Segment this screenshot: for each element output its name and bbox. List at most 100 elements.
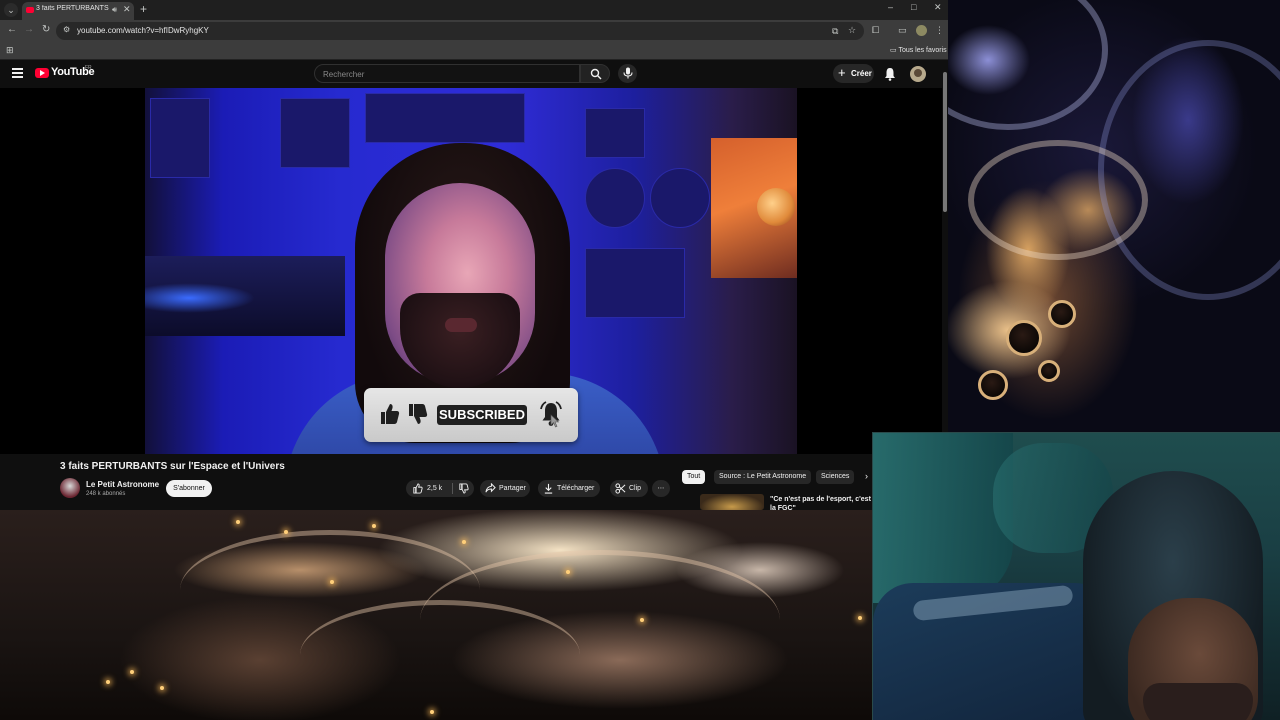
video-title: 3 faits PERTURBANTS sur l'Espace et l'Un… xyxy=(60,461,285,472)
reload-icon[interactable]: ↻ xyxy=(42,24,50,35)
all-bookmarks-folder[interactable]: ▭ Tous les favoris xyxy=(890,46,947,54)
artwork-pod xyxy=(1006,320,1042,356)
search-box[interactable] xyxy=(314,64,580,83)
maximize-window-button[interactable]: □ xyxy=(911,2,916,12)
thumbs-up-icon xyxy=(381,404,400,424)
like-button[interactable]: 2,5 k xyxy=(406,480,452,497)
browser-profile-avatar[interactable] xyxy=(916,25,927,36)
artwork-light xyxy=(284,530,288,534)
scrollbar-thumb[interactable] xyxy=(943,72,947,212)
notifications-bell-icon[interactable] xyxy=(884,67,896,81)
artwork-light xyxy=(236,520,240,524)
video-player[interactable]: SUBSCRIBED xyxy=(0,88,942,454)
search-icon xyxy=(590,68,602,80)
more-horizontal-icon: ⋯ xyxy=(657,485,665,492)
install-app-icon[interactable]: ⧉ xyxy=(832,26,838,37)
wall-poster xyxy=(585,248,685,318)
download-button[interactable]: Télécharger xyxy=(538,480,600,497)
recommended-video-title[interactable]: "Ce n'est pas de l'esport, c'est la FGC" xyxy=(770,495,872,510)
account-avatar[interactable] xyxy=(910,66,926,82)
share-arrow-icon xyxy=(485,483,496,493)
thumbs-down-icon xyxy=(409,404,428,424)
moon-lamp xyxy=(757,188,795,226)
forward-arrow-icon[interactable]: → xyxy=(24,24,34,35)
artwork-light xyxy=(640,618,644,622)
artwork-light xyxy=(330,580,334,584)
tab-close-icon[interactable]: ✕ xyxy=(123,4,131,15)
artwork-pod xyxy=(978,370,1008,400)
artwork-light xyxy=(106,680,110,684)
bookmark-star-icon[interactable]: ☆ xyxy=(848,25,856,36)
search-input[interactable] xyxy=(323,68,573,80)
back-arrow-icon[interactable]: ← xyxy=(7,24,17,35)
browser-chrome: ⌄ 3 faits PERTURBANTS sur l'Espace et l'… xyxy=(0,0,948,60)
artwork-light xyxy=(566,570,570,574)
browser-toolbar: ← → ↻ ⚙ youtube.com/watch?v=hfIDwRyhgKY … xyxy=(0,20,948,42)
dislike-button[interactable] xyxy=(453,480,474,497)
artwork-light xyxy=(160,686,164,690)
recommended-video-thumbnail[interactable] xyxy=(700,494,764,510)
search-button[interactable] xyxy=(580,64,610,83)
clip-button[interactable]: Clip xyxy=(610,480,648,497)
clip-label: Clip xyxy=(629,485,642,492)
channel-name[interactable]: Le Petit Astronome xyxy=(86,480,159,489)
create-button[interactable]: + Créer xyxy=(833,64,874,83)
artwork-rib xyxy=(300,600,580,710)
artwork-tendril xyxy=(948,0,1108,130)
chip-all[interactable]: Tout xyxy=(682,470,706,484)
like-count: 2,5 k xyxy=(427,485,443,492)
chips-next-chevron-icon[interactable]: › xyxy=(865,471,868,481)
youtube-logo-icon[interactable] xyxy=(35,68,49,78)
youtube-favicon-icon xyxy=(26,7,34,13)
streamer-webcam xyxy=(872,432,1280,720)
download-label: Télécharger xyxy=(557,485,595,492)
share-button[interactable]: Partager xyxy=(480,480,530,497)
subscriber-count: 248 k abonnés xyxy=(86,491,126,497)
close-window-button[interactable]: ✕ xyxy=(934,2,942,13)
extensions-puzzle-icon[interactable]: ⧠ xyxy=(872,25,879,36)
address-bar-url[interactable]: youtube.com/watch?v=hfIDwRyhgKY xyxy=(77,26,209,35)
biomech-artwork-panel xyxy=(0,510,872,720)
artwork-light xyxy=(858,616,862,620)
mouse-cursor-icon xyxy=(550,414,560,428)
speaker-icon[interactable]: 🔊︎ xyxy=(112,5,117,15)
channel-avatar[interactable] xyxy=(60,478,80,498)
chip-source-channel[interactable]: Source : Le Petit Astronome xyxy=(714,470,812,484)
subscribe-button[interactable]: S'abonner xyxy=(166,480,212,497)
subscribe-animation-overlay: SUBSCRIBED xyxy=(364,388,578,442)
wall-poster xyxy=(585,108,645,158)
tab-search-chevron-icon[interactable]: ⌄ xyxy=(4,3,18,17)
artwork-tendril xyxy=(968,140,1148,260)
webcam-curtain xyxy=(873,433,1013,603)
artwork-light xyxy=(130,670,134,674)
thumbs-up-icon xyxy=(413,483,423,494)
plus-icon: + xyxy=(838,65,846,80)
site-info-icon[interactable]: ⚙ xyxy=(63,25,70,34)
like-dislike-segment: 2,5 k xyxy=(406,480,474,497)
guide-menu-icon[interactable] xyxy=(12,68,23,78)
streamer-beard xyxy=(1143,683,1253,720)
bookmarks-bar: ⊞ ▭ Tous les favoris xyxy=(0,42,948,60)
microphone-icon xyxy=(623,67,633,79)
minimize-window-button[interactable]: – xyxy=(888,2,893,12)
apps-grid-icon[interactable]: ⊞ xyxy=(6,45,14,56)
wall-poster xyxy=(650,168,710,228)
scissors-icon xyxy=(615,483,626,494)
chip-sciences[interactable]: Sciences xyxy=(816,470,855,484)
browser-tab-title: 3 faits PERTURBANTS sur l'Espace et l'Un… xyxy=(36,5,110,12)
artwork-light xyxy=(372,524,376,528)
subscribed-badge: SUBSCRIBED xyxy=(437,405,527,425)
browser-menu-kebab-icon[interactable]: ⋮ xyxy=(935,25,944,36)
country-code: FR xyxy=(85,65,92,71)
artwork-light xyxy=(462,540,466,544)
voice-search-button[interactable] xyxy=(618,64,637,83)
browser-tab-active[interactable]: 3 faits PERTURBANTS sur l'Espace et l'Un… xyxy=(22,2,134,20)
more-actions-button[interactable]: ⋯ xyxy=(652,480,670,497)
address-bar[interactable]: ⚙ youtube.com/watch?v=hfIDwRyhgKY ⧉ ☆ xyxy=(56,22,864,40)
share-label: Partager xyxy=(499,485,526,492)
wall-poster xyxy=(585,168,645,228)
presenter-mouth xyxy=(445,318,477,332)
new-tab-plus-icon[interactable]: + xyxy=(140,2,147,16)
tab-strip: ⌄ 3 faits PERTURBANTS sur l'Espace et l'… xyxy=(0,0,948,20)
cast-media-icon[interactable]: ▭ xyxy=(898,25,907,36)
